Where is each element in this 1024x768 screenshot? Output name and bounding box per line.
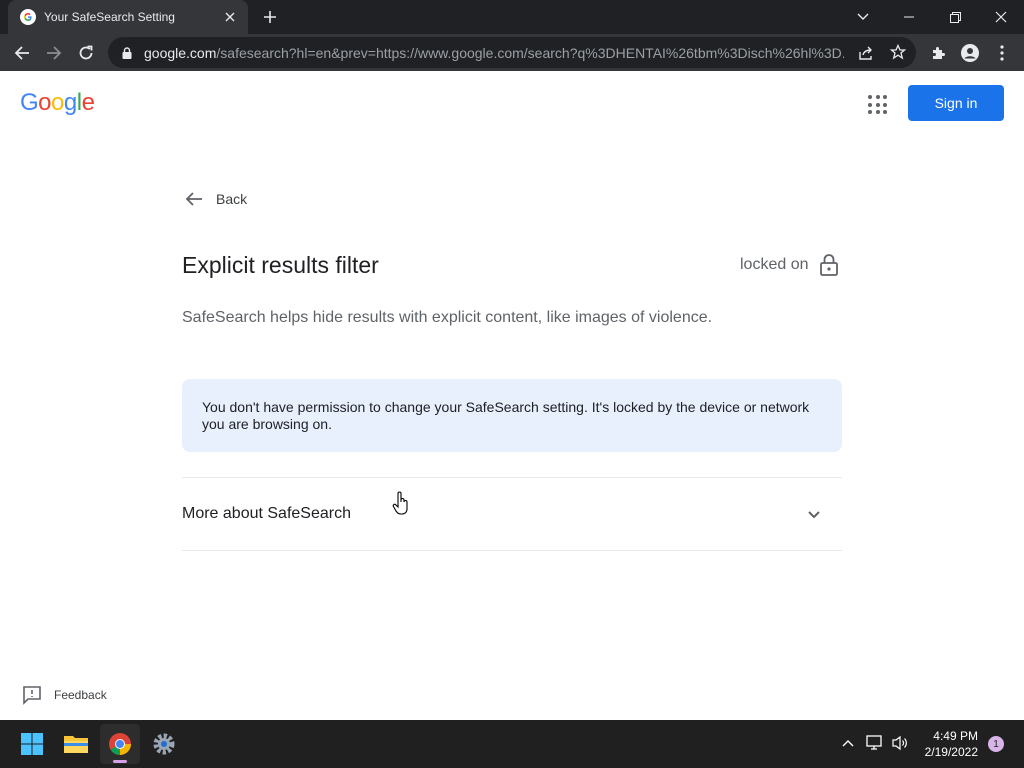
tab-search-chevron-icon[interactable]: [840, 0, 886, 34]
new-tab-icon[interactable]: [260, 7, 280, 27]
feedback-icon: [23, 686, 41, 705]
forward-arrow-icon[interactable]: [40, 39, 68, 67]
safesearch-status: locked on: [740, 253, 839, 277]
lock-icon[interactable]: [120, 46, 134, 60]
expander-label: More about SafeSearch: [182, 504, 351, 522]
browser-tab-strip: Your SafeSearch Setting: [0, 0, 1024, 34]
windows-taskbar: 4:49 PM 2/19/2022 1: [0, 720, 1024, 768]
show-hidden-icons-chevron-icon[interactable]: [837, 732, 859, 754]
address-bar[interactable]: google.com/safesearch?hl=en&prev=https:/…: [108, 37, 916, 68]
profile-icon[interactable]: [956, 39, 984, 67]
page-content: Google Sign in Back Explicit results fil…: [0, 71, 1024, 720]
padlock-icon: [819, 254, 838, 276]
google-logo[interactable]: Google: [20, 89, 95, 117]
share-icon[interactable]: [858, 45, 874, 66]
system-clock[interactable]: 4:49 PM 2/19/2022: [914, 728, 978, 760]
extensions-puzzle-icon[interactable]: [924, 39, 952, 67]
notification-badge[interactable]: 1: [988, 736, 1004, 752]
chrome-taskbar-icon[interactable]: [100, 724, 140, 764]
feedback-label: Feedback: [54, 688, 107, 702]
description-text: SafeSearch helps hide results with expli…: [182, 309, 713, 326]
minimize-icon[interactable]: [886, 0, 932, 34]
hand-pointer-cursor-icon: [392, 491, 408, 515]
close-window-icon[interactable]: [978, 0, 1024, 34]
restore-icon[interactable]: [932, 0, 978, 34]
clock-time: 4:49 PM: [933, 729, 978, 743]
arrow-back-icon: [185, 192, 202, 206]
browser-tab[interactable]: Your SafeSearch Setting: [8, 0, 248, 34]
divider: [182, 550, 842, 551]
back-link[interactable]: Back: [182, 187, 247, 211]
windows-start-icon[interactable]: [12, 724, 52, 764]
chevron-down-icon: [808, 510, 820, 518]
google-apps-grid-icon[interactable]: [862, 89, 890, 117]
sign-in-button[interactable]: Sign in: [908, 85, 1004, 121]
reload-icon[interactable]: [72, 39, 100, 67]
back-label: Back: [216, 191, 248, 207]
more-about-safesearch-expander[interactable]: More about SafeSearch: [182, 477, 842, 550]
feedback-link[interactable]: Feedback: [22, 685, 107, 705]
permission-notice: You don't have permission to change your…: [182, 379, 842, 452]
volume-icon[interactable]: [889, 732, 911, 754]
tab-title: Your SafeSearch Setting: [44, 10, 175, 24]
url-text: google.com/safesearch?hl=en&prev=https:/…: [144, 44, 844, 61]
clock-date: 2/19/2022: [924, 745, 978, 759]
browser-toolbar: google.com/safesearch?hl=en&prev=https:/…: [0, 34, 1024, 71]
page-title: Explicit results filter: [182, 252, 379, 278]
settings-gear-icon[interactable]: [144, 724, 184, 764]
bookmark-star-icon[interactable]: [889, 43, 907, 65]
file-explorer-icon[interactable]: [56, 724, 96, 764]
logo-letter: o: [51, 89, 64, 116]
network-icon[interactable]: [864, 732, 886, 754]
tab-close-icon[interactable]: [222, 9, 238, 25]
google-favicon-icon: [20, 9, 36, 25]
status-label: locked on: [740, 256, 809, 273]
logo-letter: g: [63, 89, 77, 116]
logo-letter: o: [38, 89, 52, 116]
logo-letter: G: [20, 89, 39, 116]
logo-letter: e: [81, 89, 95, 116]
back-arrow-icon[interactable]: [8, 39, 36, 67]
menu-kebab-icon[interactable]: [988, 39, 1016, 67]
